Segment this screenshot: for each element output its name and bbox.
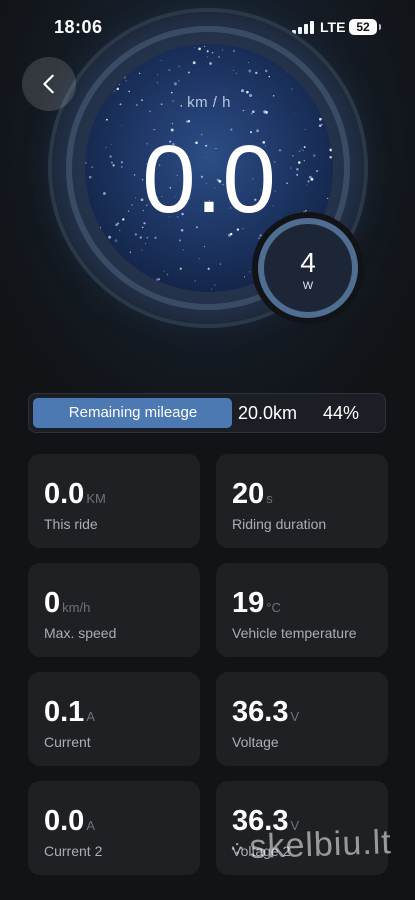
stat-label: This ride xyxy=(44,516,98,532)
stat-unit: V xyxy=(290,709,300,724)
battery-level: 52 xyxy=(356,20,370,34)
remaining-distance: 20.0km xyxy=(238,403,298,423)
power-value: 4 xyxy=(300,247,316,278)
stat-card-this-ride: 0.0 KM This ride xyxy=(28,454,200,548)
stat-label: Vehicle temperature xyxy=(232,625,357,641)
power-badge: 4 W xyxy=(258,218,358,318)
battery-icon: 52 xyxy=(349,19,381,35)
stat-unit: KM xyxy=(86,491,106,506)
stat-card-vehicle-temperature: 19 °C Vehicle temperature xyxy=(216,563,388,657)
stat-card-riding-duration: 20 s Riding duration xyxy=(216,454,388,548)
stat-value: 0.0 xyxy=(44,805,85,837)
remaining-percent: 44% xyxy=(323,403,360,423)
back-button[interactable] xyxy=(22,57,76,111)
stat-value: 20 xyxy=(232,478,265,510)
stat-card-current-2: 0.0 A Current 2 xyxy=(28,781,200,875)
network-type: LTE xyxy=(320,19,346,35)
stat-unit: °C xyxy=(266,600,281,615)
stat-unit: km/h xyxy=(62,600,91,615)
stat-value: 0 xyxy=(44,587,61,619)
stat-unit: A xyxy=(86,818,95,833)
stat-card-voltage: 36.3 V Voltage xyxy=(216,672,388,766)
stat-value: 0.1 xyxy=(44,696,85,728)
speed-unit: km / h xyxy=(187,94,231,111)
stat-unit: s xyxy=(266,491,273,506)
stat-value: 19 xyxy=(232,587,265,619)
stat-label: Riding duration xyxy=(232,516,327,532)
stat-label: Voltage xyxy=(232,734,279,750)
stat-value: 0.0 xyxy=(44,478,85,510)
power-unit: W xyxy=(302,280,314,292)
watermark-text: skelbiu.lt xyxy=(248,823,393,867)
stat-unit: A xyxy=(86,709,95,724)
stat-label: Max. speed xyxy=(44,625,117,641)
watermark-mark-icon: ⁘ xyxy=(227,836,248,862)
stat-card-max-speed: 0 km/h Max. speed xyxy=(28,563,200,657)
signal-icon xyxy=(292,21,314,34)
stat-label: Current xyxy=(44,734,91,750)
remaining-mileage-label: Remaining mileage xyxy=(68,404,198,421)
status-time: 18:06 xyxy=(54,17,103,37)
stat-label: Current 2 xyxy=(44,843,103,859)
stat-value: 36.3 xyxy=(232,696,289,728)
watermark: ⁘skelbiu.lt xyxy=(227,823,393,868)
remaining-mileage-bar: Remaining mileage 20.0km 44% xyxy=(28,393,386,433)
stat-card-current: 0.1 A Current xyxy=(28,672,200,766)
chevron-left-icon xyxy=(43,74,54,94)
